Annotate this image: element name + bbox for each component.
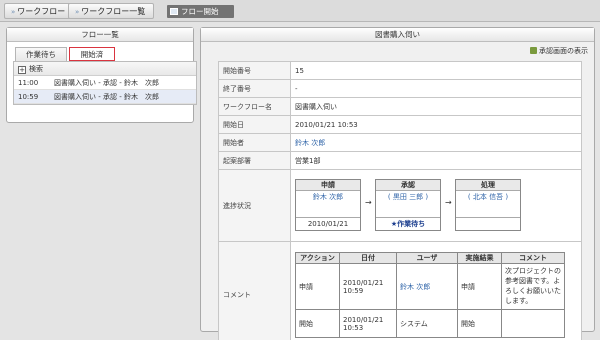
comment-date: 2010/01/21 10:59 — [339, 263, 397, 310]
step-user-link[interactable]: ( 黒田 三郎 ) — [376, 191, 440, 209]
top-nav-bar: » ワークフロー » ワークフロー一覧 フロー開始 — [0, 0, 600, 22]
comment-text — [501, 309, 565, 338]
panel-title: フロー一覧 — [7, 28, 193, 42]
double-arrow-icon: » — [75, 8, 80, 16]
label-end-number: 終了番号 — [218, 79, 291, 98]
list-item[interactable]: 11:00 図書購入伺い - 承認 - 鈴木 次郎 — [14, 76, 196, 90]
value-number: 15 — [290, 61, 582, 80]
label-workflow: ワークフロー名 — [218, 97, 291, 116]
comment-user-link[interactable]: 鈴木 次郎 — [400, 283, 430, 291]
step-footer — [456, 216, 520, 230]
starter-user-link[interactable]: 鈴木 次郎 — [295, 139, 325, 147]
table-row: 開始 2010/01/21 10:53 システム 開始 — [295, 309, 565, 338]
step-title: 承認 — [376, 179, 440, 191]
step-apply: 申請 鈴木 次郎 2010/01/21 — [295, 178, 361, 231]
step-footer: 2010/01/21 — [296, 216, 360, 230]
step-approve: 承認 ( 黒田 三郎 ) ★作業待ち — [375, 178, 441, 231]
step-user-link[interactable]: 鈴木 次郎 — [296, 191, 360, 209]
value-start-date: 2010/01/21 10:53 — [290, 115, 582, 134]
value-dept: 営業1部 — [290, 151, 582, 170]
double-arrow-icon: » — [11, 8, 16, 16]
arrow-right-icon: → — [365, 197, 372, 207]
column-header: 実施結果 — [457, 252, 502, 264]
comment-result: 開始 — [457, 309, 502, 338]
label-start-date: 開始日 — [218, 115, 291, 134]
breadcrumb-workflow[interactable]: » ワークフロー — [4, 3, 75, 19]
flow-detail-table: 開始番号 15 終了番号 - ワークフロー名 図書購入伺い 開始日 2010/0… — [218, 61, 582, 340]
comment-user: システム — [396, 309, 458, 338]
tab-started[interactable]: 開始済 — [69, 47, 115, 61]
step-user-link[interactable]: ( 北本 信吾 ) — [456, 191, 520, 209]
list-item[interactable]: 10:59 図書購入伺い - 承認 - 鈴木 次郎 — [14, 90, 196, 104]
label-comment: コメント — [218, 241, 291, 340]
column-header: コメント — [501, 252, 565, 264]
column-header: 日付 — [339, 252, 397, 264]
comment-table: アクション 日付 ユーザ 実施結果 コメント 申請 2010/01/21 10:… — [295, 252, 565, 338]
step-title: 処理 — [456, 179, 520, 191]
breadcrumb-workflow-list[interactable]: » ワークフロー一覧 — [68, 3, 155, 19]
step-process: 処理 ( 北本 信吾 ) — [455, 178, 521, 231]
comment-cell: アクション 日付 ユーザ 実施結果 コメント 申請 2010/01/21 10:… — [290, 241, 582, 340]
label-number: 開始番号 — [218, 61, 291, 80]
plus-icon: + — [18, 66, 26, 74]
value-starter: 鈴木 次郎 — [290, 133, 582, 152]
comment-date: 2010/01/21 10:53 — [339, 309, 397, 338]
comment-action: 申請 — [295, 263, 340, 310]
window-icon — [170, 8, 178, 15]
label-progress: 進捗状況 — [218, 169, 291, 242]
comment-action: 開始 — [295, 309, 340, 338]
progress-steps: 申請 鈴木 次郎 2010/01/21 → 承認 ( 黒田 三郎 ) ★作業待ち… — [295, 175, 575, 237]
flow-detail-panel: 図書購入伺い 承認画面の表示 開始番号 15 終了番号 - ワークフロー名 図書… — [200, 27, 595, 340]
show-approval-screen-link[interactable]: 承認画面の表示 — [530, 46, 588, 56]
search-toggle[interactable]: + 検索 — [14, 62, 196, 76]
arrow-right-icon: → — [445, 197, 452, 207]
label-dept: 起案部署 — [218, 151, 291, 170]
step-title: 申請 — [296, 179, 360, 191]
table-row: 申請 2010/01/21 10:59 鈴木 次郎 申請 次プロジェクトの参考図… — [295, 263, 565, 310]
column-header: アクション — [295, 252, 340, 264]
step-footer: ★作業待ち — [376, 216, 440, 230]
flow-list: + 検索 11:00 図書購入伺い - 承認 - 鈴木 次郎 10:59 図書購入伺い… — [13, 61, 197, 105]
label-starter: 開始者 — [218, 133, 291, 152]
column-header: ユーザ — [396, 252, 458, 264]
comment-result: 申請 — [457, 263, 502, 310]
comment-user: 鈴木 次郎 — [396, 263, 458, 310]
value-workflow: 図書購入伺い — [290, 97, 582, 116]
value-end-number: - — [290, 79, 582, 98]
flow-list-panel: フロー一覧 作業待ち 開始済 + 検索 11:00 図書購入伺い - 承認 - 鈴木… — [6, 27, 197, 123]
progress-cell: 申請 鈴木 次郎 2010/01/21 → 承認 ( 黒田 三郎 ) ★作業待ち… — [290, 169, 582, 242]
panel-title: 図書購入伺い — [201, 28, 594, 42]
comment-text: 次プロジェクトの参考図書です。よろしくお願いいたします。 — [501, 263, 565, 310]
tab-flow-start[interactable]: フロー開始 — [167, 5, 234, 18]
tab-pending[interactable]: 作業待ち — [15, 47, 67, 61]
flow-tabs: 作業待ち 開始済 — [15, 47, 193, 61]
edit-icon — [530, 47, 537, 54]
